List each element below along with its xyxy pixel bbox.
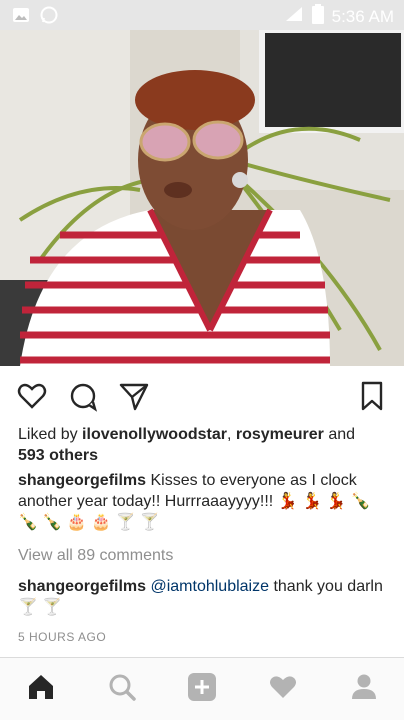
caption-username[interactable]: shangeorgefilms bbox=[18, 472, 146, 489]
share-icon[interactable] bbox=[118, 380, 150, 412]
image-icon bbox=[12, 6, 30, 29]
likes-separator: , bbox=[226, 426, 236, 443]
likes-and: and bbox=[323, 426, 356, 443]
profile-icon[interactable] bbox=[349, 672, 379, 702]
caption: shangeorgefilms Kisses to everyone as I … bbox=[18, 470, 390, 533]
view-all-comments[interactable]: View all 89 comments bbox=[18, 545, 390, 566]
likes-prefix: Liked by bbox=[18, 426, 83, 443]
comment-mention[interactable]: @iamtohlublaize bbox=[150, 578, 269, 595]
home-icon[interactable] bbox=[26, 672, 56, 702]
search-icon[interactable] bbox=[107, 672, 137, 702]
add-icon[interactable] bbox=[187, 672, 217, 702]
likes-others[interactable]: 593 others bbox=[18, 447, 98, 464]
status-time: 5:36 AM bbox=[331, 6, 394, 26]
liker-2[interactable]: rosymeurer bbox=[236, 426, 324, 443]
post-photo[interactable] bbox=[0, 30, 404, 366]
post-actions bbox=[0, 376, 404, 416]
battery-icon bbox=[311, 4, 324, 29]
comment-icon[interactable] bbox=[67, 380, 99, 412]
whatsapp-icon bbox=[40, 6, 58, 29]
like-icon[interactable] bbox=[16, 380, 48, 412]
post-time: 5 HOURS AGO bbox=[18, 630, 107, 644]
activity-icon[interactable] bbox=[268, 672, 298, 702]
comment-username[interactable]: shangeorgefilms bbox=[18, 578, 146, 595]
likes-line: Liked by ilovenollywoodstar, rosymeurer … bbox=[18, 424, 390, 466]
bottom-nav bbox=[0, 657, 404, 720]
liker-1[interactable]: ilovenollywoodstar bbox=[82, 426, 227, 443]
signal-icon bbox=[284, 5, 304, 28]
status-bar: 5:36 AM bbox=[0, 0, 404, 30]
bookmark-icon[interactable] bbox=[356, 380, 388, 412]
comment: shangeorgefilms @iamtohlublaize thank yo… bbox=[18, 576, 390, 618]
